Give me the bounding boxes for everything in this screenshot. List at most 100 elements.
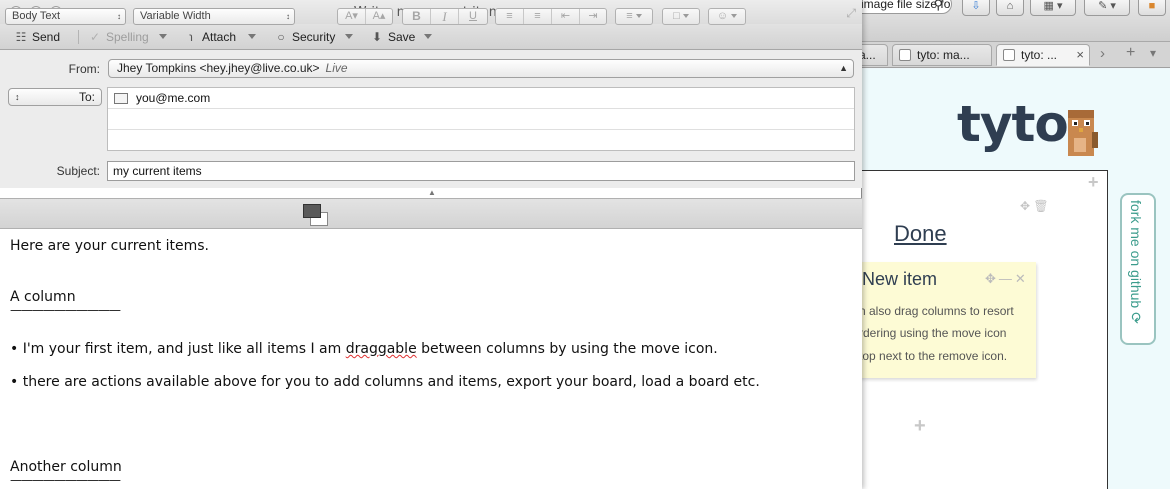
browser-tab[interactable]: tyto: ma... [892,44,992,66]
download-button[interactable]: ⇩ [962,0,990,16]
insert-button[interactable]: □ [662,8,700,25]
bold-icon[interactable]: B [403,9,431,24]
compose-window: Write: my current items ⤢ ☷Send ✓Spellin… [0,0,862,489]
numbered-list-icon[interactable]: ≡ [524,9,552,24]
close-icon[interactable]: ✕ [1015,271,1029,286]
send-button[interactable]: ☷ Send [14,27,60,47]
updown-arrows-icon: ↕ [15,92,20,102]
addon-icon: ■ [1148,0,1156,12]
paragraph-style-select[interactable]: Body Text ↕ [5,8,126,25]
move-icon[interactable]: ✥ [985,271,999,286]
subject-input[interactable]: my current items [107,161,855,181]
tab-label: tyto: ma... [917,48,970,62]
font-value: Variable Width [140,10,211,22]
spelling-button[interactable]: ✓ Spelling [88,27,149,47]
body-intro: Here are your current items. [10,238,210,254]
home-button[interactable]: ⌂ [996,0,1024,16]
paragraph-style-value: Body Text [12,10,61,22]
address-type-select[interactable]: ↕ To: [8,88,102,106]
item-text-line: rdering using the move icon [859,326,1007,340]
format-bar [0,198,862,229]
close-tab-icon[interactable]: × [1076,45,1084,65]
to-recipient[interactable]: you@me.com [136,91,210,105]
column-tools: ✥ 🗑 [1020,199,1049,213]
bullet-list-icon[interactable]: ≡ [496,9,524,24]
attach-button[interactable]: ℩ Attach [184,27,236,47]
account-status: Live [325,61,348,75]
item-title[interactable]: New item [862,269,937,290]
addon-button[interactable]: ■ [1138,0,1166,16]
browser-tab-bar: a... tyto: ma... tyto: ... × [854,42,1170,68]
collapse-icon[interactable]: — [999,271,1015,286]
item-tools: ✥—✕ [985,271,1029,287]
alignment-button[interactable]: ≡ [615,8,653,25]
heading-rule: —————————— [10,473,121,487]
security-label: Security [292,30,336,44]
to-field[interactable]: you@me.com [107,87,855,151]
to-row[interactable]: you@me.com [108,88,854,109]
tab-scroll-right-icon[interactable]: › [1100,45,1105,62]
send-icon: ☷ [15,30,27,44]
spelling-menu-icon[interactable] [159,34,167,39]
trash-icon[interactable]: 🗑 [1033,199,1048,213]
font-select[interactable]: Variable Width ↕ [133,8,295,25]
fork-ribbon-label: fork me on github ⟳ [1128,200,1144,324]
updown-arrows-icon: ↕ [117,12,121,21]
attach-label: Attach [202,30,237,44]
add-column-icon[interactable]: + [1088,172,1099,193]
tyto-logo: tyto [957,95,1069,153]
document-icon: □ [663,9,699,24]
fullscreen-icon[interactable]: ⤢ [846,6,856,21]
align-left-icon: ≡ [616,9,652,24]
from-value: Jhey Tompkins <hey.jhey@live.co.uk> [117,61,320,75]
search-icon[interactable]: ⚲ [933,0,943,13]
security-menu-icon[interactable] [345,34,353,39]
splitter-handle-icon[interactable]: ▲ [428,188,436,197]
toolbar-divider [78,30,79,44]
decrease-font-icon[interactable]: A▾ [338,9,366,24]
new-tab-icon[interactable]: + [1126,44,1135,62]
column-title[interactable]: Done [894,221,947,247]
indent-icon[interactable]: ⇥ [580,9,606,24]
bookmarks-button[interactable]: ▦ ▾ [1030,0,1076,16]
message-body[interactable] [0,229,862,489]
foreground-color-swatch[interactable] [303,204,321,218]
font-size-group: A▾ A▴ [337,8,393,25]
italic-icon[interactable]: I [431,9,459,24]
text-color-well[interactable] [303,204,329,226]
page-icon [899,49,911,61]
text-style-group: B I U [402,8,488,25]
move-icon[interactable]: ✥ [1020,199,1030,213]
save-menu-icon[interactable] [424,34,432,39]
item-text-line: n also drag columns to resort [859,304,1014,318]
tab-list-icon[interactable]: ▾ [1150,46,1156,60]
outdent-icon[interactable]: ⇤ [552,9,580,24]
from-select[interactable]: Jhey Tompkins <hey.jhey@live.co.uk> Live … [108,59,854,78]
attach-menu-icon[interactable] [248,34,256,39]
contact-card-icon [114,93,128,104]
security-button[interactable]: ○ Security [274,27,335,47]
list-indent-group: ≡ ≡ ⇤ ⇥ [495,8,607,25]
to-row[interactable] [108,109,854,130]
extension-icon: ✎ ▾ [1098,0,1116,12]
extension-button[interactable]: ✎ ▾ [1084,0,1130,16]
body-item: • there are actions available above for … [10,374,760,390]
page-icon [1003,49,1015,61]
body-item: • I'm your first item, and just like all… [10,341,718,357]
underline-icon[interactable]: U [459,9,487,24]
checkmark-icon: ✓ [89,30,101,44]
heading-rule: —————————— [10,303,121,317]
item-text-line: top next to the remove icon. [859,349,1008,363]
save-button[interactable]: ⬇ Save [370,27,415,47]
to-row[interactable] [108,130,854,151]
github-icon: ⟳ [1128,312,1144,324]
download-arrow-icon: ⬇ [371,30,383,44]
misspelled-word[interactable]: draggable [346,341,417,357]
updown-arrows-icon: ▲ [839,63,848,73]
home-icon: ⌂ [1006,0,1014,12]
smiley-icon: ☺ [709,9,745,24]
emoji-button[interactable]: ☺ [708,8,746,25]
add-item-icon[interactable]: + [914,415,926,438]
browser-tab-active[interactable]: tyto: ... × [996,44,1090,66]
increase-font-icon[interactable]: A▴ [366,9,392,24]
